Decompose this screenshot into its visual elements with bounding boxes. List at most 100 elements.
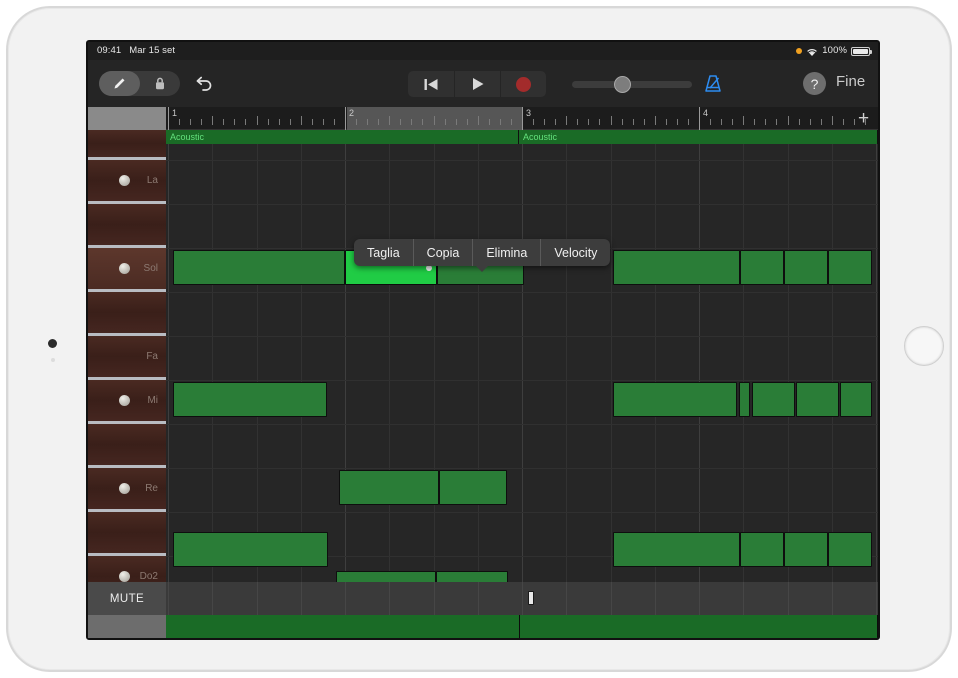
fret-label: Re — [145, 483, 158, 494]
cycle-range[interactable] — [347, 107, 522, 130]
timeline-ruler[interactable]: 1234 — [166, 107, 878, 130]
ruler-bar-line — [168, 107, 169, 130]
midi-note[interactable] — [752, 382, 795, 417]
play-button[interactable] — [454, 71, 500, 97]
grid-line-vertical — [832, 144, 833, 582]
ruler-tick — [301, 116, 302, 125]
transport-controls — [408, 71, 546, 97]
grid-line-vertical — [257, 144, 258, 582]
ruler-tick — [666, 119, 667, 125]
mute-lane[interactable] — [166, 582, 878, 615]
volume-slider[interactable] — [572, 81, 692, 88]
region-header[interactable]: Acoustic — [166, 130, 519, 144]
midi-note[interactable] — [828, 532, 872, 567]
grid-line-vertical — [257, 582, 258, 615]
fret-row[interactable] — [88, 424, 166, 468]
lock-button[interactable] — [140, 71, 181, 96]
midi-note[interactable] — [740, 532, 784, 567]
playhead-handle[interactable] — [528, 591, 534, 605]
ruler-tick — [411, 119, 412, 125]
ruler-corner — [88, 107, 166, 130]
context-menu-item-elimina[interactable]: Elimina — [472, 239, 540, 266]
rewind-button[interactable] — [408, 71, 454, 97]
ruler-tick — [389, 116, 390, 125]
done-button[interactable]: Fine — [836, 73, 865, 90]
midi-note[interactable] — [740, 250, 784, 285]
ruler-tick — [234, 119, 235, 125]
grid-line-vertical — [478, 144, 479, 582]
grid-line-vertical — [876, 144, 877, 582]
grid-line-vertical — [345, 144, 346, 582]
context-menu-item-velocity[interactable]: Velocity — [540, 239, 610, 266]
context-menu-item-taglia[interactable]: Taglia — [354, 239, 413, 266]
grid-line-horizontal — [166, 380, 878, 381]
fret-row-mi[interactable]: Mi — [88, 380, 166, 424]
grid-line-horizontal — [166, 468, 878, 469]
home-button[interactable] — [904, 326, 944, 366]
ruler-tick — [290, 119, 291, 125]
grid-line-vertical — [168, 144, 169, 582]
grid-line-vertical — [788, 582, 789, 615]
midi-note[interactable] — [173, 250, 345, 285]
region-header[interactable]: Acoustic — [519, 130, 878, 144]
ruler-tick — [511, 119, 512, 125]
ruler-tick — [179, 119, 180, 125]
fret-row-sol[interactable]: Sol — [88, 248, 166, 292]
midi-note[interactable] — [796, 382, 839, 417]
grid-line-vertical — [434, 144, 435, 582]
midi-note[interactable] — [613, 382, 737, 417]
fret-row-re[interactable]: Re — [88, 468, 166, 512]
fret-row[interactable] — [88, 512, 166, 556]
ruler-tick — [190, 119, 191, 125]
song-overview-strip[interactable] — [166, 615, 878, 638]
record-button[interactable] — [500, 71, 546, 97]
ruler-tick — [765, 119, 766, 125]
midi-note[interactable] — [339, 470, 439, 505]
screen-bezel: 09:41 Mar 15 set 100% — [86, 40, 880, 640]
ruler-tick — [588, 119, 589, 125]
ruler-tick — [832, 116, 833, 125]
grid-line-vertical — [345, 582, 346, 615]
grid-line-vertical — [611, 582, 612, 615]
midi-note[interactable] — [784, 250, 828, 285]
grid-line-vertical — [655, 582, 656, 615]
add-track-button[interactable]: + — [858, 109, 869, 128]
midi-note[interactable] — [336, 571, 436, 582]
midi-note[interactable] — [173, 382, 327, 417]
metronome-button[interactable] — [701, 72, 725, 96]
undo-button[interactable] — [193, 73, 215, 95]
context-menu-item-copia[interactable]: Copia — [413, 239, 473, 266]
context-menu-arrow — [476, 266, 488, 272]
ruler-tick — [312, 119, 313, 125]
ruler-bar-number: 2 — [349, 108, 354, 118]
status-bar-right: 100% — [796, 42, 870, 60]
mute-button[interactable]: MUTE — [88, 582, 166, 615]
fret-row[interactable] — [88, 292, 166, 336]
fret-row-fa[interactable]: Fa — [88, 336, 166, 380]
midi-note[interactable] — [828, 250, 872, 285]
midi-note[interactable] — [436, 571, 508, 582]
note-grid[interactable]: AcousticAcoustic — [166, 130, 878, 582]
midi-note[interactable] — [173, 532, 328, 567]
grid-line-vertical — [301, 582, 302, 615]
help-button[interactable]: ? — [803, 72, 826, 95]
fret-row-la[interactable]: La — [88, 160, 166, 204]
fret-row[interactable] — [88, 204, 166, 248]
status-time: 09:41 — [97, 42, 121, 60]
midi-note[interactable] — [439, 470, 507, 505]
wifi-icon — [806, 46, 818, 56]
midi-note[interactable] — [784, 532, 828, 567]
midi-note[interactable] — [840, 382, 872, 417]
midi-note[interactable] — [739, 382, 750, 417]
midi-note[interactable] — [613, 250, 740, 285]
fretboard-sidebar[interactable]: LaSolFaMiReDo2Si — [88, 130, 166, 582]
fret-marker-icon — [119, 483, 130, 494]
overview-region[interactable] — [166, 615, 520, 638]
ruler-tick — [489, 119, 490, 125]
midi-note[interactable] — [613, 532, 740, 567]
ruler-tick — [799, 119, 800, 125]
fret-row[interactable] — [88, 130, 166, 160]
pencil-tool-button[interactable] — [99, 71, 140, 96]
volume-slider-knob[interactable] — [614, 76, 631, 93]
overview-region[interactable] — [520, 615, 878, 638]
